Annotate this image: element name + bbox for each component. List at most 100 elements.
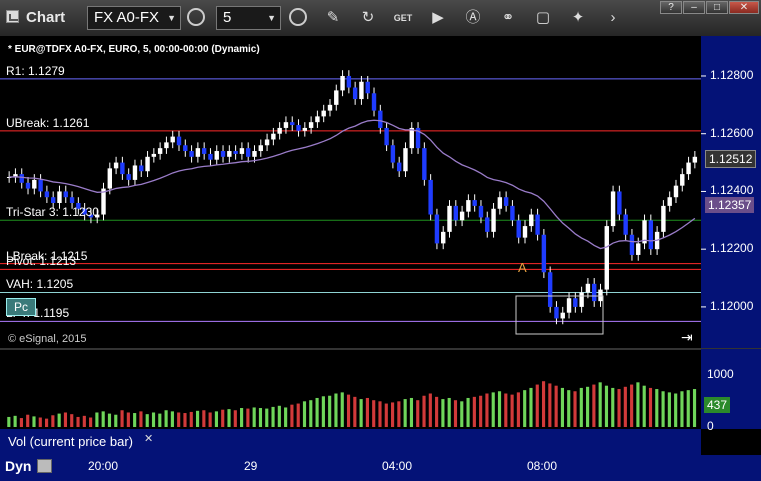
volume-axis[interactable] [701,349,761,429]
candle-body [170,136,175,143]
candle-body [277,127,282,134]
candle-body [57,191,62,203]
volume-bar [567,390,571,427]
candle-body [434,214,440,244]
time-tick: 08:00 [527,459,558,473]
candle-body [151,153,157,157]
candle-body [441,231,446,244]
volume-bar [617,389,621,427]
volume-bar [290,404,294,427]
candle-body [453,205,459,221]
candle-body [220,151,226,157]
volume-bar [114,414,118,427]
candle-body [327,104,333,111]
time-tick: 20:00 [88,459,119,473]
volume-bar [265,408,269,427]
volume-bar [107,413,112,427]
ma-price-tag: 1.12357 [705,197,755,213]
pc-badge[interactable]: Pc [6,298,36,316]
volume-bar [164,410,168,427]
candle-body [50,197,56,203]
volume-bar [214,411,219,427]
volume-bar [428,393,432,427]
candle-body [157,148,163,154]
volume-bar [548,383,552,427]
candle-body [132,165,138,180]
candle-body [183,145,188,152]
volume-bar [126,412,130,427]
candle-body [271,133,276,140]
last-price-tag: 1.12512 [705,150,757,168]
volume-bar [133,413,137,427]
volume-bar [365,397,369,427]
volume-bar [45,418,49,427]
price-axis-tick: 1.12200 [710,241,754,256]
volume-bar [145,414,149,427]
volume-bar [189,411,193,427]
candle-body [352,87,358,100]
candle-body [145,156,150,172]
candle-body [459,211,465,221]
candle-body [396,162,402,172]
candle-body [541,234,547,273]
close-icon[interactable]: ✕ [144,432,153,445]
volume-bar [384,403,388,427]
level-label: R1: 1.1279 [6,63,65,78]
volume-bar [82,415,86,427]
volume-bar [516,392,520,427]
candle-body [529,214,534,227]
candle-body [522,226,528,238]
volume-bar [453,400,458,427]
volume-bar [466,397,470,427]
settings-icon[interactable] [37,459,52,473]
candle-body [308,122,314,128]
candle-body [120,162,125,175]
volume-bar [183,413,187,427]
candle-body [573,298,578,307]
candle-body [636,243,641,255]
candle-body [107,168,113,189]
volume-bar [170,411,174,427]
scroll-to-end-icon[interactable]: ⇥ [681,329,693,346]
volume-bar [246,408,250,427]
candle-body [591,283,597,302]
candle-body [113,162,119,169]
candle-body [69,197,75,203]
candle-body [629,234,635,255]
volume-bar [674,393,678,427]
volume-bar [472,396,476,427]
price-axis-tick: 1.12000 [710,298,754,313]
moving-average-line [9,119,696,250]
volume-bar [541,381,546,427]
candle-body [598,289,603,302]
candle-body [491,208,496,232]
candle-body [472,200,477,206]
pane-divider[interactable] [0,348,761,350]
volume-bar [309,400,313,427]
candle-body [579,292,584,307]
candle-body [485,217,490,232]
volume-bar [655,389,659,427]
volume-bar [447,397,451,427]
candle-body [547,272,553,307]
volume-bar [51,415,55,427]
candle-body [315,116,320,123]
candle-body [560,312,565,319]
volume-legend[interactable]: Vol (current price bar) [0,429,155,455]
volume-bar [89,417,93,427]
candle-body [390,145,396,163]
candle-body [447,205,452,232]
volume-bar [57,413,61,427]
volume-bar [321,396,325,427]
candle-body [409,127,414,149]
candle-body [478,205,484,218]
volume-bar [403,399,407,427]
candle-body [63,191,68,198]
candle-body [321,110,326,117]
volume-bar [391,402,395,427]
volume-bar [227,409,231,427]
volume-bar [497,391,502,427]
candle-body [258,145,263,152]
volume-bar [13,415,17,427]
volume-axis-tick: 0 [707,419,714,433]
